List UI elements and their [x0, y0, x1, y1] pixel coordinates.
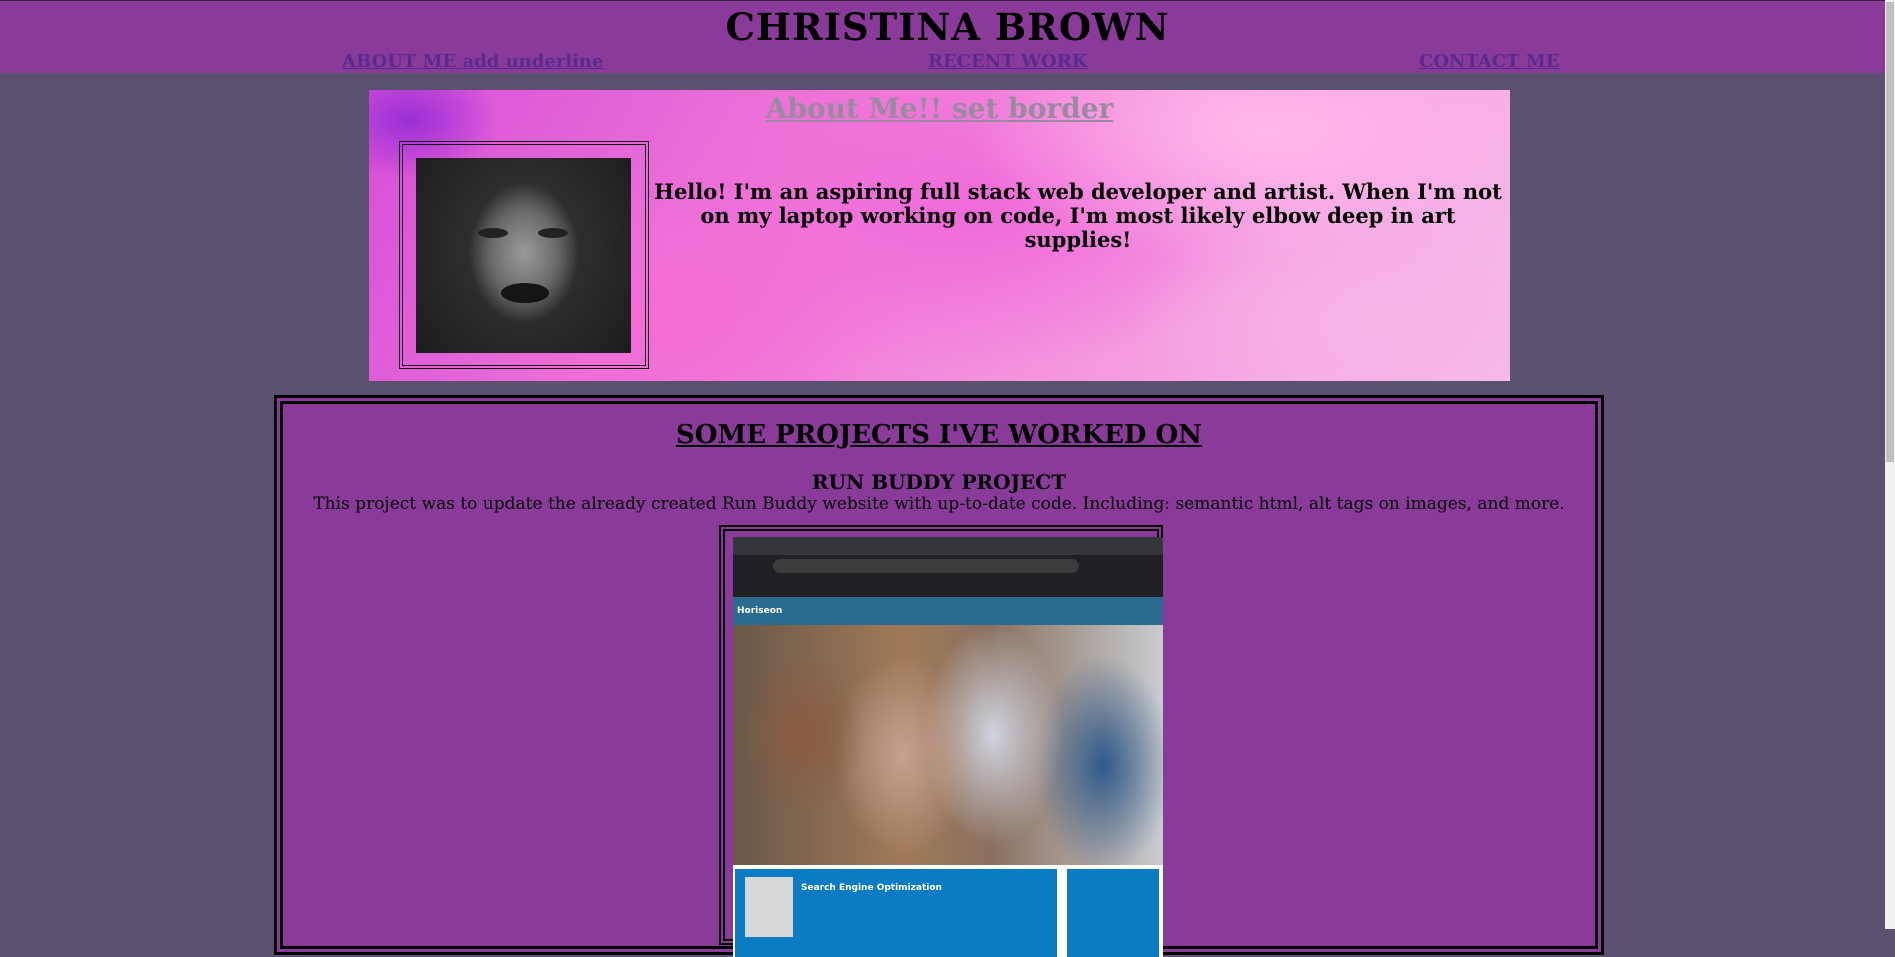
- site-title: CHRISTINA BROWN: [725, 5, 1170, 49]
- nav-contact-me[interactable]: CONTACT ME: [1419, 51, 1559, 72]
- project-name: RUN BUDDY PROJECT: [811, 470, 1067, 494]
- screenshot-seo-thumbnail: [745, 877, 793, 937]
- projects-title: SOME PROJECTS I'VE WORKED ON: [676, 420, 1202, 450]
- screenshot-browser-bar: [733, 537, 1163, 597]
- project-description: This project was to update the already c…: [313, 494, 1565, 514]
- screenshot-seo-box: Search Engine Optimization: [735, 869, 1057, 957]
- nav-recent-work[interactable]: RECENT WORK: [928, 51, 1087, 72]
- screenshot-url-bar: [773, 559, 1079, 573]
- about-section: About Me!! set border Hello! I'm an aspi…: [369, 90, 1510, 381]
- photo-eye-right: [538, 228, 568, 238]
- photo-lips: [501, 283, 549, 303]
- projects-section: SOME PROJECTS I'VE WORKED ON RUN BUDDY P…: [274, 395, 1604, 957]
- screenshot-site-header: Horiseon: [733, 597, 1163, 625]
- profile-photo: [416, 158, 631, 353]
- screenshot-browser-tabs: [733, 537, 1163, 555]
- screenshot-seo-heading: Search Engine Optimization: [801, 883, 942, 893]
- nav-about-me[interactable]: ABOUT ME add underline: [342, 51, 603, 72]
- about-title: About Me!! set border: [765, 92, 1114, 125]
- site-header: CHRISTINA BROWN ABOUT ME add underline R…: [0, 0, 1895, 73]
- photo-eye-left: [478, 228, 508, 238]
- page-scrollbar[interactable]: [1885, 0, 1895, 929]
- scrollbar-thumb[interactable]: [1886, 2, 1894, 462]
- project-screenshot[interactable]: Horiseon Search Engine Optimization: [733, 537, 1163, 957]
- screenshot-side-box: [1067, 869, 1159, 957]
- screenshot-hero-image: [733, 625, 1163, 865]
- about-text: Hello! I'm an aspiring full stack web de…: [654, 179, 1502, 253]
